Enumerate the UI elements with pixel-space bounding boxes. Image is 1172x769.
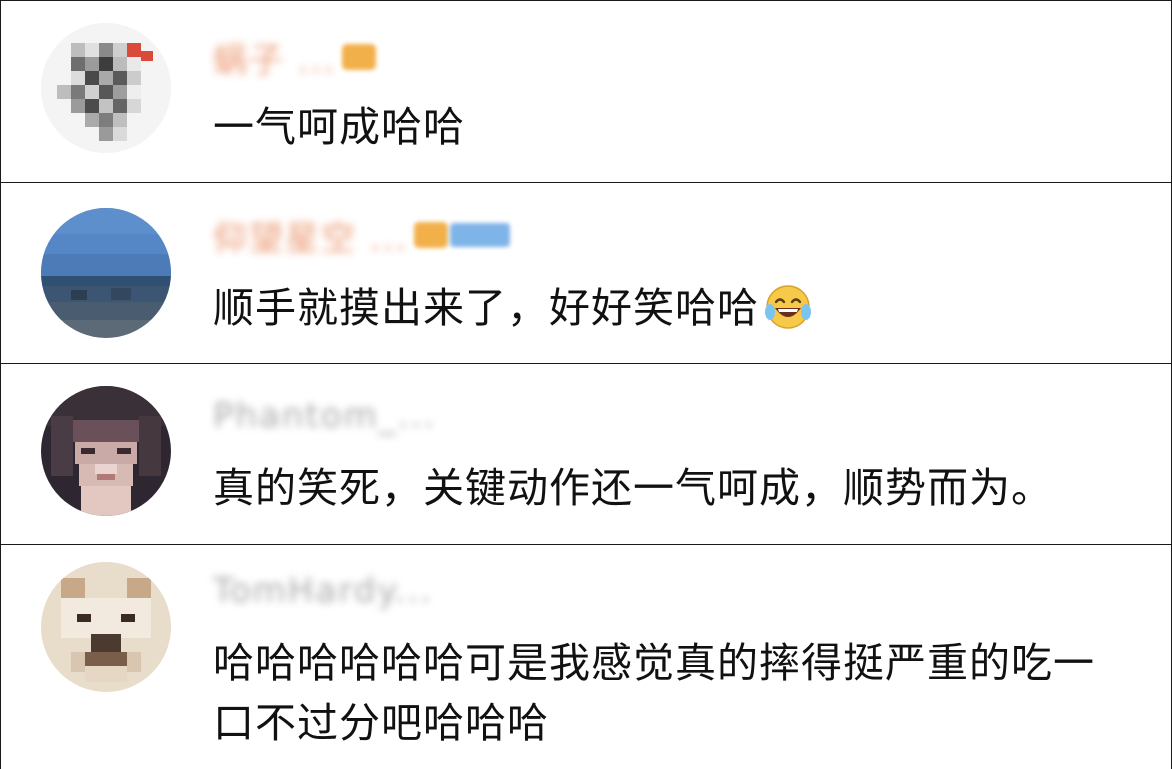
comment-list: 蜗子 ... 一气呵成哈哈 仰望星空 ... 顺手就摸出来了，好好笑哈哈 Pha… — [0, 0, 1172, 769]
comment-item: 蜗子 ... 一气呵成哈哈 — [1, 1, 1171, 183]
comment-text-content: 顺手就摸出来了，好好笑哈哈 — [213, 284, 759, 332]
avatar[interactable] — [41, 562, 171, 692]
vip-level-badge-icon — [450, 223, 511, 247]
comment-item: TomHardy... 哈哈哈哈哈哈可是我感觉真的摔得挺严重的吃一口不过分吧哈哈… — [1, 545, 1171, 769]
comment-item: 仰望星空 ... 顺手就摸出来了，好好笑哈哈 — [1, 183, 1171, 364]
username-text[interactable]: TomHardy... — [213, 571, 433, 611]
avatar-image — [41, 208, 171, 338]
username[interactable]: 蜗子 ... — [213, 37, 377, 81]
username-text[interactable]: Phantom_... — [213, 396, 436, 436]
comment-text: 真的笑死，关键动作还一气呵成，顺势而为。 — [213, 464, 1053, 512]
username[interactable]: 仰望星空 ... — [213, 215, 511, 259]
laughing-tears-emoji — [765, 285, 811, 329]
avatar-image — [41, 23, 171, 153]
comment-item: Phantom_... 真的笑死，关键动作还一气呵成，顺势而为。 — [1, 364, 1171, 545]
comment-text: 哈哈哈哈哈哈可是我感觉真的摔得挺严重的吃一口不过分吧哈哈哈 — [213, 639, 1095, 747]
avatar-image — [41, 562, 171, 692]
username[interactable]: Phantom_... — [213, 396, 436, 436]
avatar[interactable] — [41, 208, 171, 338]
vip-badge-icon — [414, 222, 449, 248]
username[interactable]: TomHardy... — [213, 571, 433, 611]
avatar[interactable] — [41, 386, 171, 516]
vip-badge-icon — [342, 44, 377, 70]
avatar-image — [41, 386, 171, 516]
username-text[interactable]: 仰望星空 ... — [213, 211, 408, 260]
comment-text: 顺手就摸出来了，好好笑哈哈 — [213, 278, 1131, 338]
avatar[interactable] — [41, 23, 171, 153]
comment-text: 一气呵成哈哈 — [213, 103, 465, 151]
username-text[interactable]: 蜗子 ... — [213, 33, 336, 82]
